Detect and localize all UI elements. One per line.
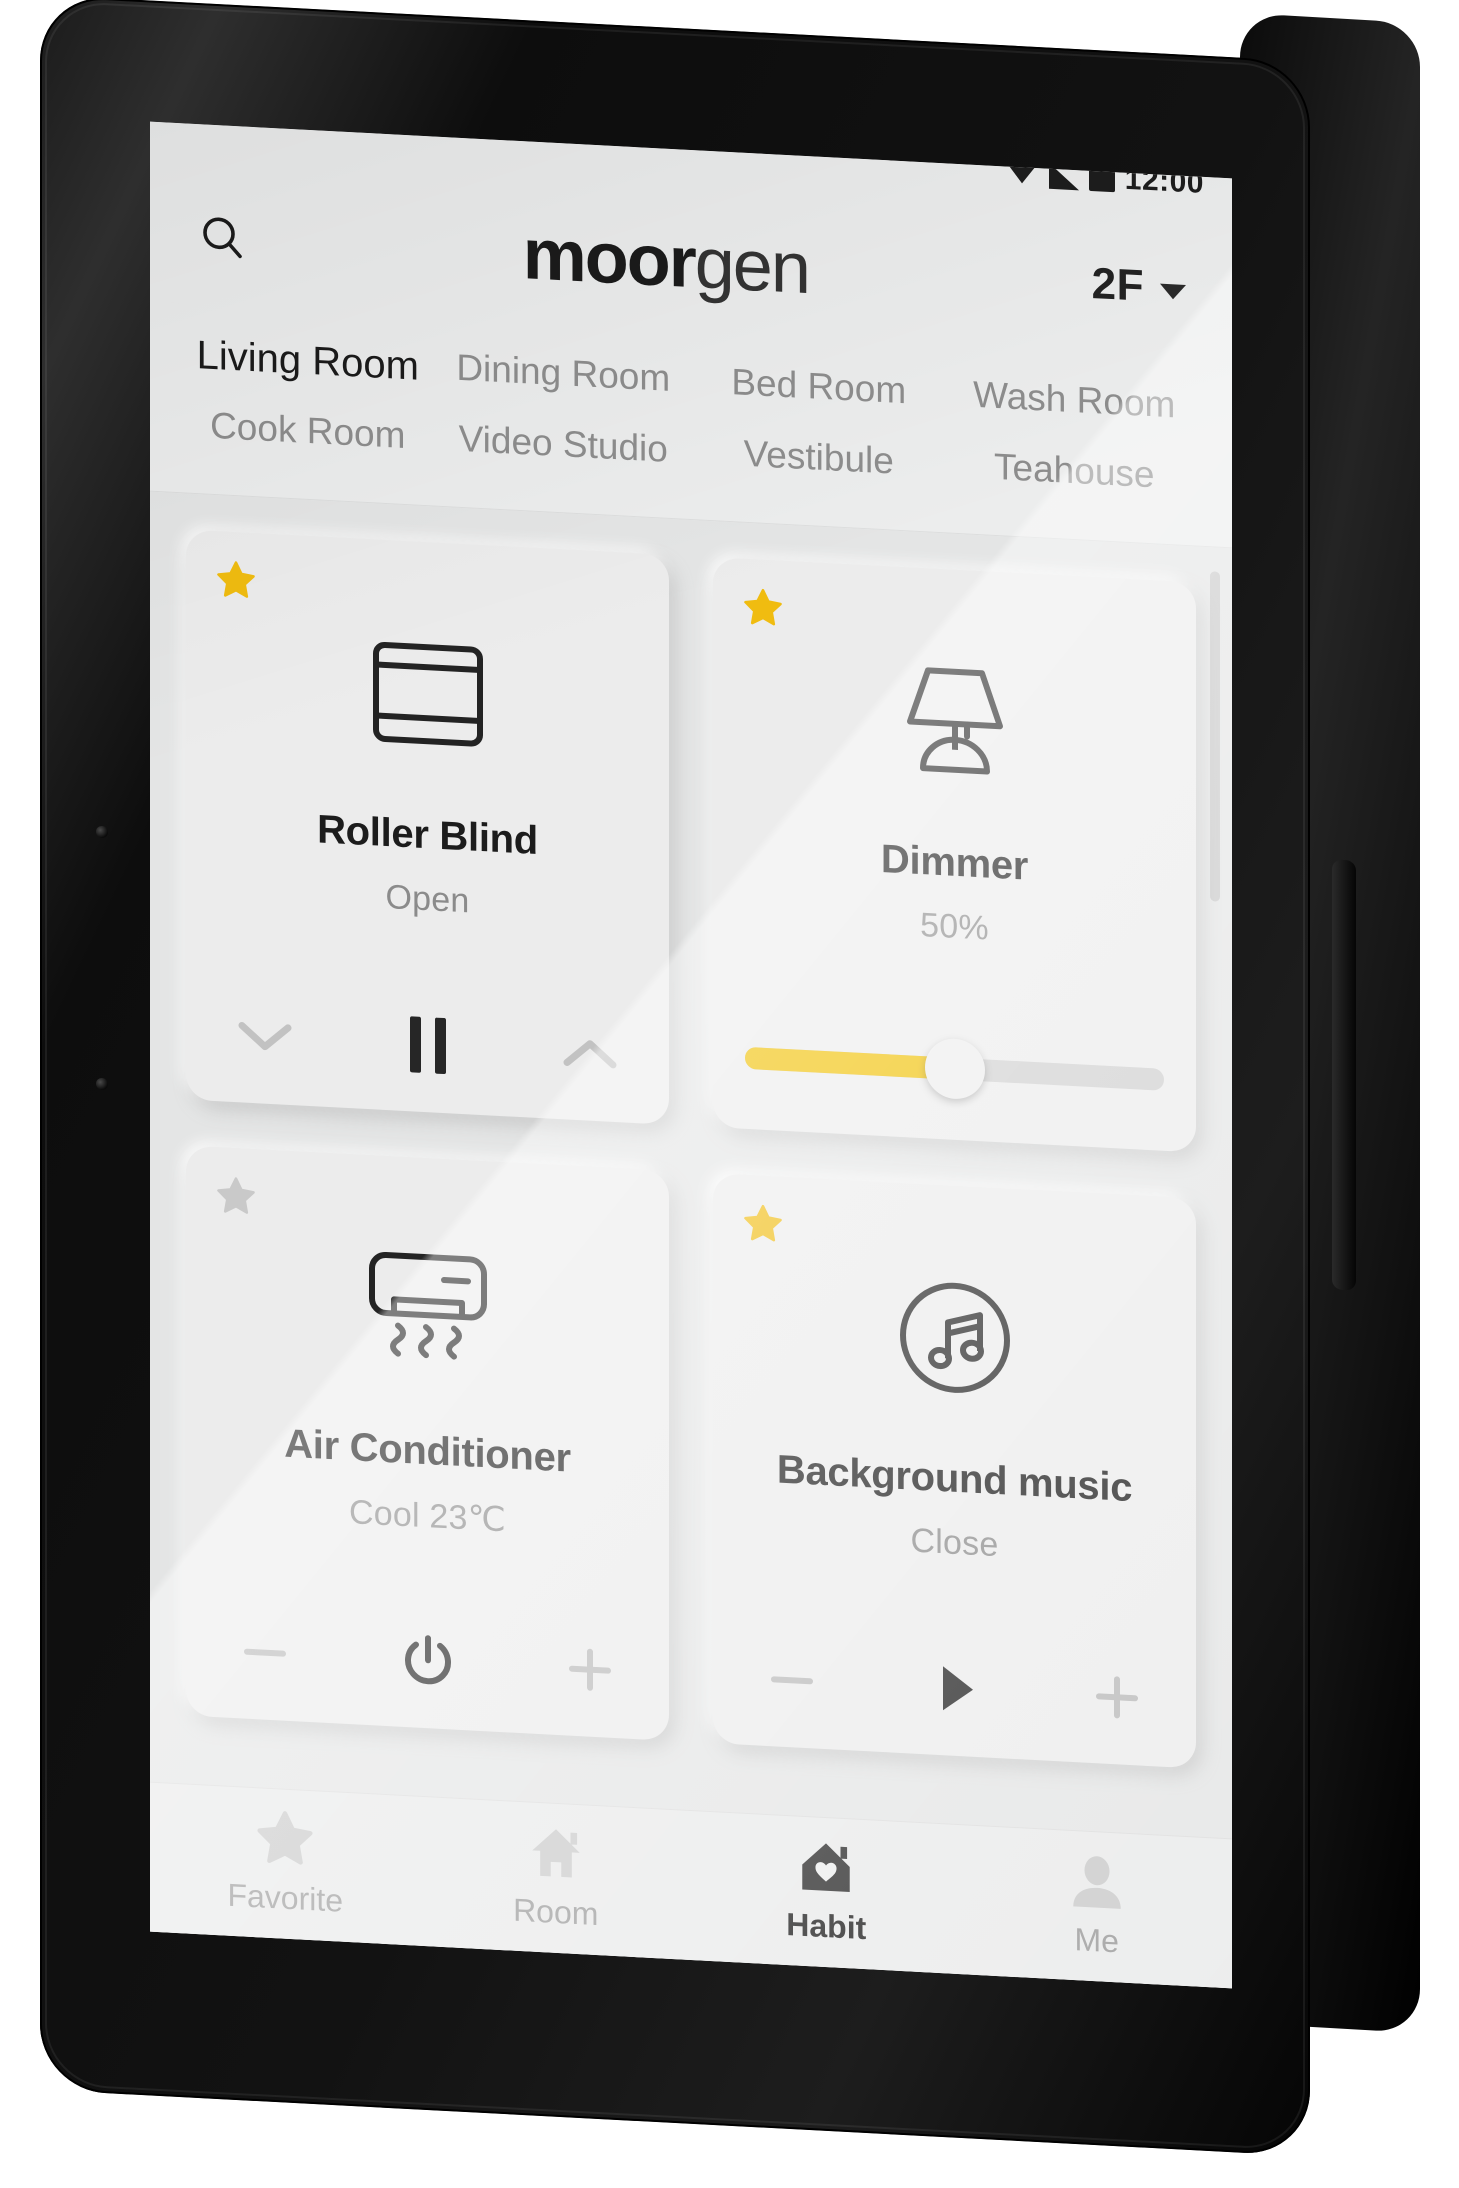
star-icon	[256, 1806, 314, 1871]
dimmer-slider[interactable]	[739, 1037, 1170, 1125]
blind-pause-button[interactable]	[391, 1012, 465, 1078]
device-card-dimmer[interactable]: Dimmer 50%	[713, 556, 1196, 1153]
roller-blind-icon	[372, 641, 483, 747]
device-state: Open	[385, 878, 470, 921]
camera-dot-icon	[96, 825, 108, 839]
favorite-star-icon[interactable]	[216, 559, 256, 601]
chevron-down-icon	[238, 1021, 292, 1051]
device-name: Air Conditioner	[284, 1421, 571, 1481]
device-name: Dimmer	[880, 836, 1029, 889]
chevron-down-icon	[1160, 283, 1186, 300]
floor-selector[interactable]: 2F	[1090, 255, 1188, 318]
brand-text: moorgen	[523, 214, 809, 309]
air-conditioner-icon	[368, 1251, 487, 1360]
power-icon	[404, 1635, 451, 1685]
app-logo: moorgen	[242, 203, 1090, 319]
sensor-dot-icon	[96, 1077, 108, 1091]
brand-light: gen	[694, 223, 809, 310]
device-name: Roller Blind	[317, 807, 538, 863]
nav-label-favorite: Favorite	[227, 1876, 344, 1919]
minus-icon	[244, 1648, 286, 1657]
nav-label-me: Me	[1074, 1921, 1119, 1960]
temp-decrease-button[interactable]	[228, 1620, 302, 1686]
device-state: 50%	[920, 906, 989, 948]
device-card-background-music[interactable]: Background music Close	[713, 1172, 1196, 1769]
vertical-scrollbar[interactable]	[1210, 571, 1220, 902]
table-lamp-icon	[906, 667, 1003, 775]
music-note-circle-icon	[899, 1282, 1010, 1393]
device-name: Background music	[776, 1447, 1133, 1510]
slider-fill	[745, 1046, 955, 1080]
nav-item-me[interactable]: Me	[962, 1843, 1233, 1966]
volume-down-button[interactable]	[755, 1647, 829, 1713]
brand-bold: moor	[522, 214, 695, 304]
favorite-star-icon[interactable]	[743, 1203, 783, 1245]
device-card-air-conditioner[interactable]: Air Conditioner Cool 23℃	[186, 1145, 669, 1741]
minus-icon	[771, 1676, 813, 1685]
tablet-screen: 12:00 moorgen 2F Living Room Dining Room…	[150, 121, 1233, 1989]
device-grid: Roller Blind Open Dimmer 50% Air Conditi…	[186, 529, 1196, 1769]
person-icon	[1068, 1849, 1126, 1914]
app-screen: 12:00 moorgen 2F Living Room Dining Room…	[150, 121, 1233, 1989]
nav-label-room: Room	[513, 1891, 599, 1933]
nav-item-habit[interactable]: Habit	[691, 1829, 962, 1952]
room-tab-teahouse[interactable]: Teahouse	[947, 431, 1203, 512]
house-icon	[527, 1820, 585, 1885]
nav-item-favorite[interactable]: Favorite	[150, 1801, 421, 1924]
favorite-star-icon[interactable]	[743, 587, 783, 629]
house-heart-icon	[797, 1835, 855, 1900]
room-tab-cook-room[interactable]: Cook Room	[180, 390, 436, 471]
room-tab-living-room[interactable]: Living Room	[180, 319, 436, 404]
room-tab-video-studio[interactable]: Video Studio	[436, 404, 692, 485]
chevron-up-icon	[563, 1040, 617, 1069]
device-icon-wrap	[364, 1247, 492, 1374]
device-card-roller-blind[interactable]: Roller Blind Open	[186, 529, 669, 1125]
room-tab-vestibule[interactable]: Vestibule	[691, 417, 947, 498]
room-tab-dining-room[interactable]: Dining Room	[436, 333, 692, 414]
nav-label-habit: Habit	[786, 1905, 867, 1947]
device-icon-wrap	[895, 659, 1015, 785]
plus-icon	[569, 1648, 611, 1691]
volume-up-button[interactable]	[1080, 1664, 1154, 1730]
device-icon-wrap	[896, 1275, 1014, 1401]
device-state: Close	[910, 1521, 999, 1565]
air-conditioner-controls	[212, 1619, 643, 1714]
blind-down-button[interactable]	[228, 1004, 302, 1070]
temp-increase-button[interactable]	[553, 1637, 627, 1703]
play-icon	[942, 1666, 973, 1711]
room-tab-bed-room[interactable]: Bed Room	[691, 346, 947, 427]
device-side-button[interactable]	[1332, 859, 1356, 1291]
blind-up-button[interactable]	[553, 1021, 627, 1087]
plus-icon	[1096, 1676, 1138, 1719]
slider-track	[745, 1037, 1164, 1101]
floor-label: 2F	[1091, 258, 1144, 311]
room-tab-wash-room[interactable]: Wash Room	[947, 359, 1203, 440]
roller-blind-controls	[212, 1003, 643, 1098]
device-state: Cool 23℃	[349, 1493, 506, 1540]
nav-item-room[interactable]: Room	[421, 1815, 692, 1938]
play-button[interactable]	[918, 1656, 992, 1722]
pause-icon	[409, 1016, 446, 1074]
device-icon-wrap	[371, 631, 485, 757]
device-grid-area: Roller Blind Open Dimmer 50% Air Conditi…	[150, 491, 1232, 1989]
slider-knob[interactable]	[924, 1037, 985, 1101]
favorite-star-icon[interactable]	[216, 1175, 256, 1217]
power-button[interactable]	[391, 1628, 465, 1694]
music-controls	[739, 1646, 1170, 1741]
scene: 12:00 moorgen 2F Living Room Dining Room…	[0, 0, 1459, 2188]
